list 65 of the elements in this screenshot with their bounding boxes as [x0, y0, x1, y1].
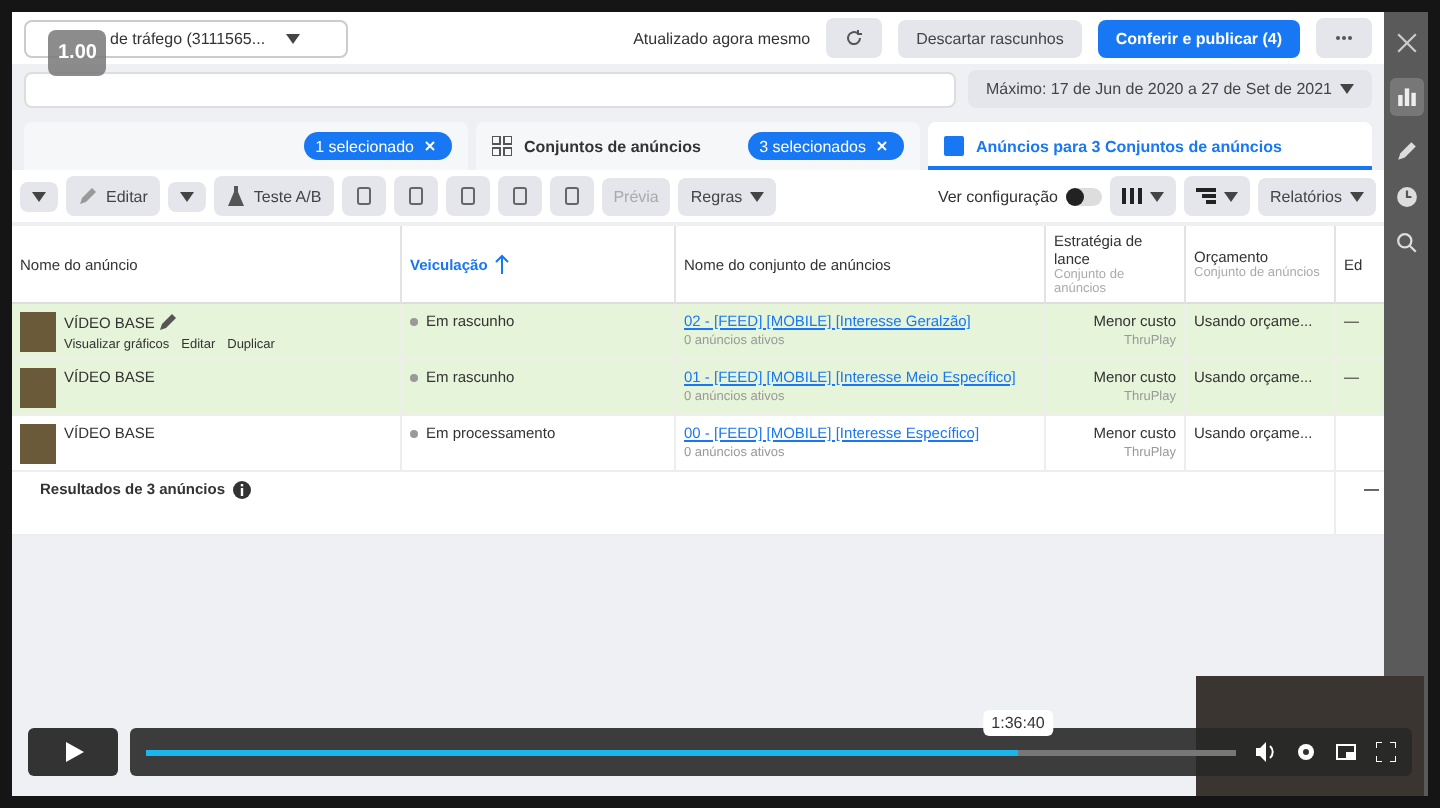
caret-icon — [750, 191, 765, 201]
video-thumbnail — [20, 424, 56, 464]
caret-icon — [1340, 84, 1354, 94]
publish-button[interactable]: Conferir e publicar (4) — [1097, 19, 1300, 57]
refresh-button[interactable] — [826, 18, 883, 58]
sort-arrow-icon — [491, 254, 512, 274]
caret-icon — [285, 33, 300, 43]
time-tooltip: 1:36:40 — [983, 709, 1053, 735]
view-setting-label: Ver configuração — [937, 187, 1058, 205]
tab-label: Anúncios para 3 Conjuntos de anúncios — [976, 137, 1282, 155]
volume-icon[interactable] — [1256, 742, 1276, 762]
picture-in-picture-icon[interactable] — [1336, 742, 1356, 762]
update-status: Atualizado agora mesmo — [633, 29, 811, 47]
clock-icon[interactable] — [1395, 186, 1417, 208]
fullscreen-icon[interactable] — [1376, 742, 1396, 762]
settings-icon[interactable] — [1296, 742, 1316, 762]
flask-icon — [225, 186, 246, 206]
tab-label: Conjuntos de anúncios — [524, 137, 701, 155]
tab[interactable]: Anúncios para 3 Conjuntos de anúncios — [928, 122, 1372, 170]
pencil-icon[interactable] — [158, 312, 179, 332]
toolbar-button[interactable] — [445, 176, 490, 216]
dropdown-button[interactable] — [167, 181, 206, 211]
video-thumbnail — [20, 312, 56, 352]
play-icon — [61, 740, 85, 764]
chart-icon[interactable] — [1395, 84, 1417, 106]
caret-icon — [1149, 191, 1164, 201]
dropdown-button[interactable] — [20, 181, 58, 211]
caret-icon — [32, 191, 46, 201]
close-icon — [420, 136, 440, 156]
view-setting-toggle[interactable] — [1065, 187, 1102, 205]
grid-icon — [492, 136, 512, 156]
close-icon[interactable] — [1395, 32, 1417, 54]
pencil-icon — [78, 186, 98, 206]
close-icon — [872, 136, 892, 156]
reports-button[interactable]: Relatórios — [1257, 177, 1376, 215]
playback-speed-badge: 1.00 — [48, 30, 107, 76]
selection-chip[interactable]: 1 selecionado — [303, 132, 452, 160]
toolbar-button[interactable] — [393, 176, 438, 216]
caret-icon — [1223, 191, 1238, 201]
clipboard-icon — [353, 186, 374, 206]
ab-test-button[interactable]: Teste A/B — [213, 176, 334, 216]
video-thumbnail — [20, 368, 56, 408]
rules-button[interactable]: Regras — [678, 177, 777, 215]
play-button[interactable] — [28, 728, 118, 776]
info-icon — [231, 480, 252, 500]
date-range-dropdown[interactable]: Máximo: 17 de Jun de 2020 a 27 de Set de 2021 — [967, 70, 1372, 108]
breakdown-button[interactable] — [1183, 176, 1250, 216]
toolbar-button[interactable] — [341, 176, 386, 216]
columns-button[interactable] — [1109, 176, 1176, 216]
toolbar-button[interactable] — [497, 176, 542, 216]
ad-icon — [944, 136, 964, 156]
selection-chip[interactable]: 3 selecionados — [747, 132, 904, 160]
discard-button[interactable]: Descartar rascunhos — [898, 19, 1082, 57]
pencil-icon[interactable] — [1395, 140, 1417, 162]
refresh-icon — [844, 28, 865, 48]
toolbar-button[interactable] — [549, 176, 594, 216]
tab[interactable]: 1 selecionado — [24, 122, 468, 170]
search-field[interactable] — [24, 71, 956, 107]
edit-button[interactable]: Editar — [66, 176, 160, 216]
columns-icon — [1121, 186, 1142, 206]
search-icon[interactable] — [1395, 232, 1417, 254]
caret-icon — [1350, 191, 1364, 201]
breakdown-icon — [1195, 186, 1216, 206]
caret-icon — [179, 191, 194, 201]
tab[interactable]: Conjuntos de anúncios 3 selecionados — [476, 122, 920, 170]
